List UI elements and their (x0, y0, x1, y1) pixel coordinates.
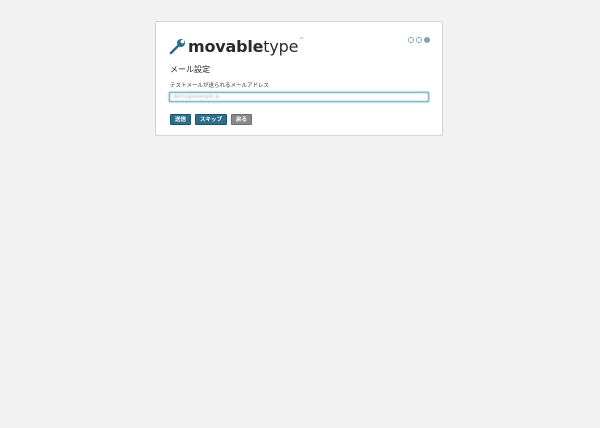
logo-type-text: type (263, 37, 299, 56)
logo-wordmark: movabletype (188, 39, 298, 55)
setup-card: movabletype ™ メール設定 テストメールが送られるメールアドレス d… (155, 21, 443, 136)
movabletype-logo: movabletype ™ (169, 35, 304, 55)
skip-button[interactable]: スキップ (195, 114, 228, 125)
step-dot (416, 37, 422, 43)
logo-trademark: ™ (299, 37, 305, 43)
back-button[interactable]: 戻る (231, 114, 253, 125)
step-indicator (408, 37, 430, 43)
wrench-icon (169, 37, 187, 55)
email-field[interactable]: demo@example.jp (169, 92, 429, 102)
page-title: メール設定 (170, 65, 210, 74)
step-dot-current (424, 37, 430, 43)
logo-movable-text: movable (188, 37, 264, 56)
send-button[interactable]: 送信 (170, 114, 192, 125)
button-row: 送信 スキップ 戻る (170, 114, 253, 125)
step-dot (408, 37, 414, 43)
email-field-label: テストメールが送られるメールアドレス (170, 83, 270, 89)
